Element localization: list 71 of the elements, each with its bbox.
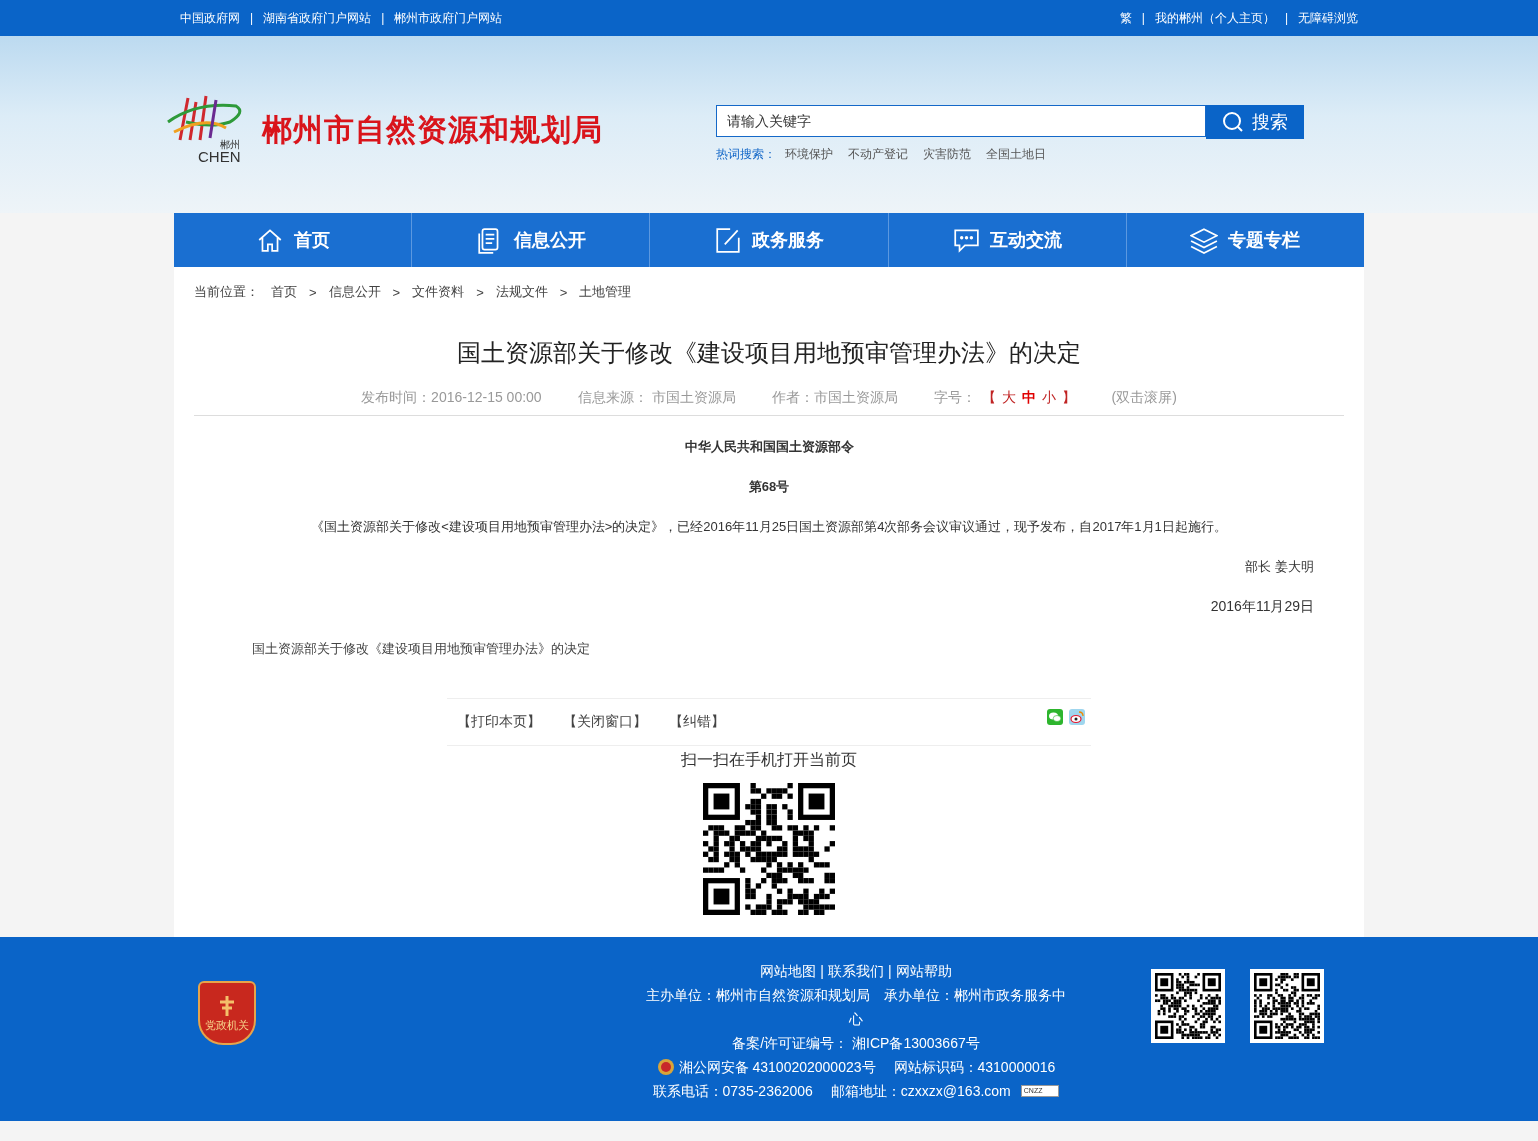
breadcrumb-separator: > xyxy=(392,284,401,300)
hot-word-link[interactable]: 灾害防范 xyxy=(923,146,971,163)
font-size-option[interactable]: 小 xyxy=(1041,389,1056,407)
author-text: 作者：市国土资源局 xyxy=(771,389,898,407)
bracket-text: 】 xyxy=(1061,389,1076,407)
nav-link[interactable]: 我的郴州（个人主页） xyxy=(1154,9,1275,27)
breadcrumb-separator: > xyxy=(309,284,317,300)
font-size-option[interactable]: 大 xyxy=(1001,389,1016,407)
hot-word-link[interactable]: 不动产登记 xyxy=(848,146,908,163)
font-size-label: 字号： xyxy=(933,389,976,407)
layers-icon xyxy=(1190,226,1219,254)
action-link[interactable]: 【纠错】 xyxy=(669,713,725,731)
article-title: 国土资源部关于修改《建设项目用地预审管理办法》的决定 xyxy=(456,338,1082,368)
qr-code xyxy=(1155,973,1221,1039)
source-text: 信息来源： 市国土资源局 xyxy=(577,389,736,407)
scroll-hint-text: (双击滚屏) xyxy=(1111,389,1177,407)
site-logo: 郴州 CHEN xyxy=(166,92,248,168)
action-link[interactable]: 【关闭窗口】 xyxy=(563,713,647,731)
sponsor-text: 主办单位：郴州市自然资源和规划局 承办单位：郴州市政务服务中心 xyxy=(645,986,1067,1029)
nav-link[interactable]: 繁 xyxy=(1119,9,1132,27)
site-code-text: 网站标识码：4310000016 xyxy=(893,1058,1056,1077)
police-record-text: 湘公网安备 43100202000023号 xyxy=(678,1058,876,1077)
hot-search-label: 热词搜索： xyxy=(716,146,776,163)
breadcrumb-separator: > xyxy=(559,284,568,300)
hot-word-link[interactable]: 环境保护 xyxy=(785,146,833,163)
wechat-icon[interactable] xyxy=(1047,709,1063,725)
search-icon xyxy=(1222,111,1244,133)
bracket-text: 【 xyxy=(981,389,996,407)
breadcrumb-link[interactable]: 首页 xyxy=(271,283,297,301)
document-heading: 第68号 xyxy=(747,478,791,496)
qr-code xyxy=(1254,973,1320,1039)
separator-text: | xyxy=(888,962,892,981)
separator-text: | xyxy=(1284,11,1288,25)
breadcrumb-link[interactable]: 土地管理 xyxy=(579,283,632,301)
document-heading: 中华人民共和国国土资源部令 xyxy=(683,438,855,456)
footer-link[interactable]: 网站帮助 xyxy=(895,959,952,983)
phone-text: 联系电话：0735-2362006 xyxy=(652,1082,813,1101)
breadcrumb-label: 当前位置： xyxy=(194,283,259,301)
publish-date-text: 发布时间：2016-12-15 00:00 xyxy=(361,389,542,407)
body-paragraph: 《国土资源部关于修改<建设项目用地预审管理办法>的决定》，已经2016年11月25日国土资源部第4次部务会议审议通过，现予发布，自2017年1月1日起施行。 xyxy=(310,518,1228,536)
nav-tab[interactable]: 首页 xyxy=(174,213,412,267)
action-link[interactable]: 【打印本页】 xyxy=(457,713,541,731)
separator-text: | xyxy=(381,11,385,25)
font-size-option[interactable]: 中 xyxy=(1021,389,1036,407)
chat-bubble-icon xyxy=(952,226,981,254)
weibo-icon[interactable] xyxy=(1069,709,1085,725)
search-field[interactable]: 请输入关键字 xyxy=(716,105,1206,137)
party-emblem: 党政机关 xyxy=(198,981,256,1045)
icp-text: 备案/许可证编号： 湘ICP备13003667号 xyxy=(732,1034,980,1053)
email-text: 邮箱地址：czxxzx@163.com xyxy=(830,1082,1011,1101)
nav-link[interactable]: 中国政府网 xyxy=(180,9,240,27)
site-title: 郴州市自然资源和规划局 xyxy=(262,111,603,148)
attachment-link[interactable]: 国土资源部关于修改《建设项目用地预审管理办法》的决定 xyxy=(252,640,1344,658)
nav-link[interactable]: 无障碍浏览 xyxy=(1298,9,1358,27)
separator-text: | xyxy=(250,11,254,25)
signature-text: 部长 姜大明 xyxy=(1244,558,1314,576)
police-badge-icon xyxy=(656,1058,675,1076)
hot-word-link[interactable]: 全国土地日 xyxy=(986,146,1046,163)
nav-link[interactable]: 郴州市政府门户网站 xyxy=(394,9,503,27)
separator-text: | xyxy=(1141,11,1145,25)
search-button[interactable]: 搜索 xyxy=(1206,105,1304,139)
footer-link[interactable]: 联系我们 xyxy=(828,959,884,983)
date-text: 2016年11月29日 xyxy=(1209,598,1314,616)
breadcrumb-link[interactable]: 文件资料 xyxy=(412,283,465,301)
breadcrumb-separator: > xyxy=(476,284,484,300)
footer-link[interactable]: 网站地图 xyxy=(760,959,817,983)
breadcrumb-link[interactable]: 信息公开 xyxy=(328,283,381,301)
qr-caption: 扫一扫在手机打开当前页 xyxy=(680,750,858,770)
breadcrumb-link[interactable]: 法规文件 xyxy=(495,283,548,301)
nav-link[interactable]: 湖南省政府门户网站 xyxy=(263,9,372,27)
separator-text: | xyxy=(820,962,824,981)
